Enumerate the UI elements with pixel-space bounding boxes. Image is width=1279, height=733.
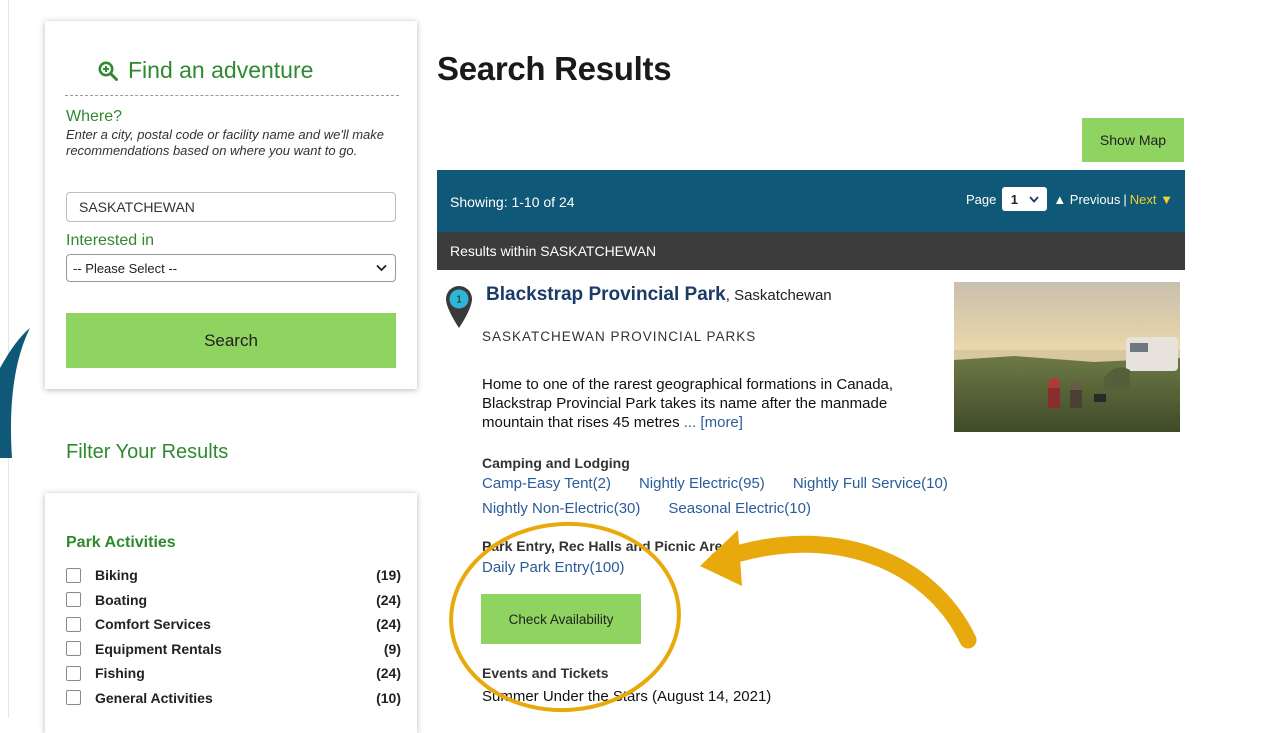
marker-number: 1 bbox=[456, 295, 462, 306]
camping-link[interactable]: Nightly Non-Electric(30) bbox=[482, 500, 640, 517]
camping-links-row-2: Nightly Non-Electric(30) Seasonal Electr… bbox=[482, 500, 811, 517]
page-title: Search Results bbox=[437, 50, 672, 87]
filter-results-title: Filter Your Results bbox=[66, 441, 229, 463]
pagination: Page 1 ▲ Previous | Next ▼ bbox=[966, 187, 1173, 211]
chevron-down-icon bbox=[1029, 195, 1039, 203]
more-link[interactable]: ... [more] bbox=[684, 414, 743, 431]
activity-count: (24) bbox=[376, 591, 401, 608]
chevron-down-icon bbox=[376, 264, 387, 272]
activity-count: (24) bbox=[376, 616, 401, 633]
activity-checkbox[interactable] bbox=[66, 641, 81, 657]
previous-link[interactable]: ▲ Previous bbox=[1053, 192, 1120, 207]
where-input[interactable] bbox=[66, 192, 396, 222]
search-button[interactable]: Search bbox=[66, 313, 396, 368]
activity-count: (9) bbox=[383, 640, 401, 657]
activity-count: (24) bbox=[376, 665, 401, 682]
park-activities-title: Park Activities bbox=[66, 534, 176, 551]
dashed-divider bbox=[65, 95, 399, 96]
decorative-blue-swoosh bbox=[0, 328, 30, 458]
search-panel: Find an adventure Where? Enter a city, p… bbox=[45, 21, 417, 389]
park-name-link[interactable]: Blackstrap Provincial Park bbox=[486, 284, 726, 305]
activity-checkbox[interactable] bbox=[66, 665, 81, 681]
map-marker-icon: 1 bbox=[446, 286, 472, 328]
daily-park-entry-link[interactable]: Daily Park Entry(100) bbox=[482, 559, 625, 576]
activity-name: Equipment Rentals bbox=[95, 640, 222, 657]
search-panel-title: Find an adventure bbox=[98, 57, 313, 84]
activity-name: Boating bbox=[95, 591, 148, 608]
activity-checkbox[interactable] bbox=[66, 592, 81, 608]
interested-select[interactable]: -- Please Select -- bbox=[66, 254, 396, 282]
activity-name: General Activities bbox=[95, 689, 213, 706]
activity-item[interactable]: General Activities (10) bbox=[66, 686, 401, 711]
annotation-arrow bbox=[709, 535, 977, 649]
activity-count: (19) bbox=[376, 567, 401, 584]
park-description: Home to one of the rarest geographical f… bbox=[482, 375, 952, 432]
zoom-in-icon bbox=[98, 61, 118, 81]
interested-selected-value: -- Please Select -- bbox=[73, 260, 178, 276]
events-tickets-title: Events and Tickets bbox=[482, 665, 609, 681]
park-organization: SASKATCHEWAN PROVINCIAL PARKS bbox=[482, 329, 757, 344]
where-help-text: Enter a city, postal code or facility na… bbox=[66, 127, 384, 158]
camping-link[interactable]: Camp-Easy Tent(2) bbox=[482, 475, 611, 492]
activity-name: Fishing bbox=[95, 665, 145, 682]
where-label: Where? bbox=[66, 108, 123, 125]
park-province: , Saskatchewan bbox=[725, 287, 832, 304]
filter-panel: Park Activities Biking (19) Boating (24)… bbox=[45, 493, 417, 733]
activity-name: Biking bbox=[95, 567, 138, 584]
results-pagination-bar: Showing: 1-10 of 24 Page 1 ▲ Previous | … bbox=[437, 170, 1185, 232]
activity-list: Biking (19) Boating (24) Comfort Service… bbox=[66, 563, 401, 710]
event-item: Summer Under the Stars (August 14, 2021) bbox=[482, 688, 772, 705]
check-availability-button[interactable]: Check Availability bbox=[481, 594, 641, 644]
page-label: Page bbox=[965, 191, 997, 207]
park-entry-title: Park Entry, Rec Halls and Picnic Areas bbox=[482, 538, 739, 554]
camping-links-row-1: Camp-Easy Tent(2) Nightly Electric(95) N… bbox=[482, 475, 948, 492]
activity-item[interactable]: Equipment Rentals (9) bbox=[66, 637, 401, 662]
results-count: Showing: 1-10 of 24 bbox=[450, 194, 575, 210]
activity-item[interactable]: Comfort Services (24) bbox=[66, 612, 401, 637]
page-select-value: 1 bbox=[1010, 191, 1018, 207]
activity-item[interactable]: Fishing (24) bbox=[66, 661, 401, 686]
activity-checkbox[interactable] bbox=[66, 690, 81, 706]
pager-separator: | bbox=[1123, 191, 1127, 207]
activity-name: Comfort Services bbox=[95, 616, 211, 633]
activity-item[interactable]: Boating (24) bbox=[66, 588, 401, 613]
activity-checkbox[interactable] bbox=[66, 616, 81, 632]
show-map-button[interactable]: Show Map bbox=[1082, 118, 1184, 162]
find-adventure-label: Find an adventure bbox=[128, 57, 314, 83]
camping-lodging-title: Camping and Lodging bbox=[482, 455, 630, 471]
activity-count: (10) bbox=[376, 689, 401, 706]
page-select[interactable]: 1 bbox=[1002, 187, 1048, 211]
interested-label: Interested in bbox=[66, 232, 155, 249]
activity-checkbox[interactable] bbox=[66, 567, 81, 583]
park-photo-image[interactable] bbox=[954, 282, 1180, 432]
camping-link[interactable]: Nightly Electric(95) bbox=[639, 475, 765, 492]
camping-link[interactable]: Nightly Full Service(10) bbox=[793, 475, 948, 492]
next-link[interactable]: Next ▼ bbox=[1130, 192, 1173, 207]
activity-item[interactable]: Biking (19) bbox=[66, 563, 401, 588]
park-entry-links: Daily Park Entry(100) bbox=[482, 559, 625, 576]
camping-link[interactable]: Seasonal Electric(10) bbox=[668, 500, 811, 517]
results-within-bar: Results within SASKATCHEWAN bbox=[437, 232, 1185, 270]
park-title[interactable]: Blackstrap Provincial Park, Saskatchewan bbox=[486, 284, 832, 306]
